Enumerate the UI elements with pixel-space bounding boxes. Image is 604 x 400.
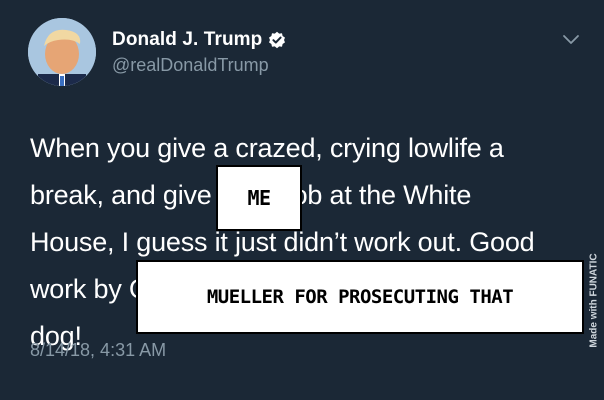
- meme-caption-me: ME: [216, 165, 302, 231]
- display-name[interactable]: Donald J. Trump: [112, 29, 262, 51]
- avatar-image: [28, 18, 96, 86]
- display-name-row: Donald J. Trump: [112, 29, 286, 51]
- chevron-down-icon[interactable]: [562, 34, 580, 46]
- watermark-text: Made with FUNATIC: [588, 252, 600, 348]
- user-handle[interactable]: @realDonaldTrump: [112, 55, 269, 76]
- verified-badge-icon: [268, 31, 286, 49]
- tweet-card: Donald J. Trump @realDonaldTrump When yo…: [0, 0, 604, 400]
- watermark: Made with FUNATIC: [586, 240, 602, 360]
- tweet-timestamp[interactable]: 8/14/18, 4:31 AM: [30, 340, 166, 361]
- avatar[interactable]: [28, 18, 96, 86]
- meme-caption-mueller: MUELLER FOR PROSECUTING THAT: [136, 260, 584, 334]
